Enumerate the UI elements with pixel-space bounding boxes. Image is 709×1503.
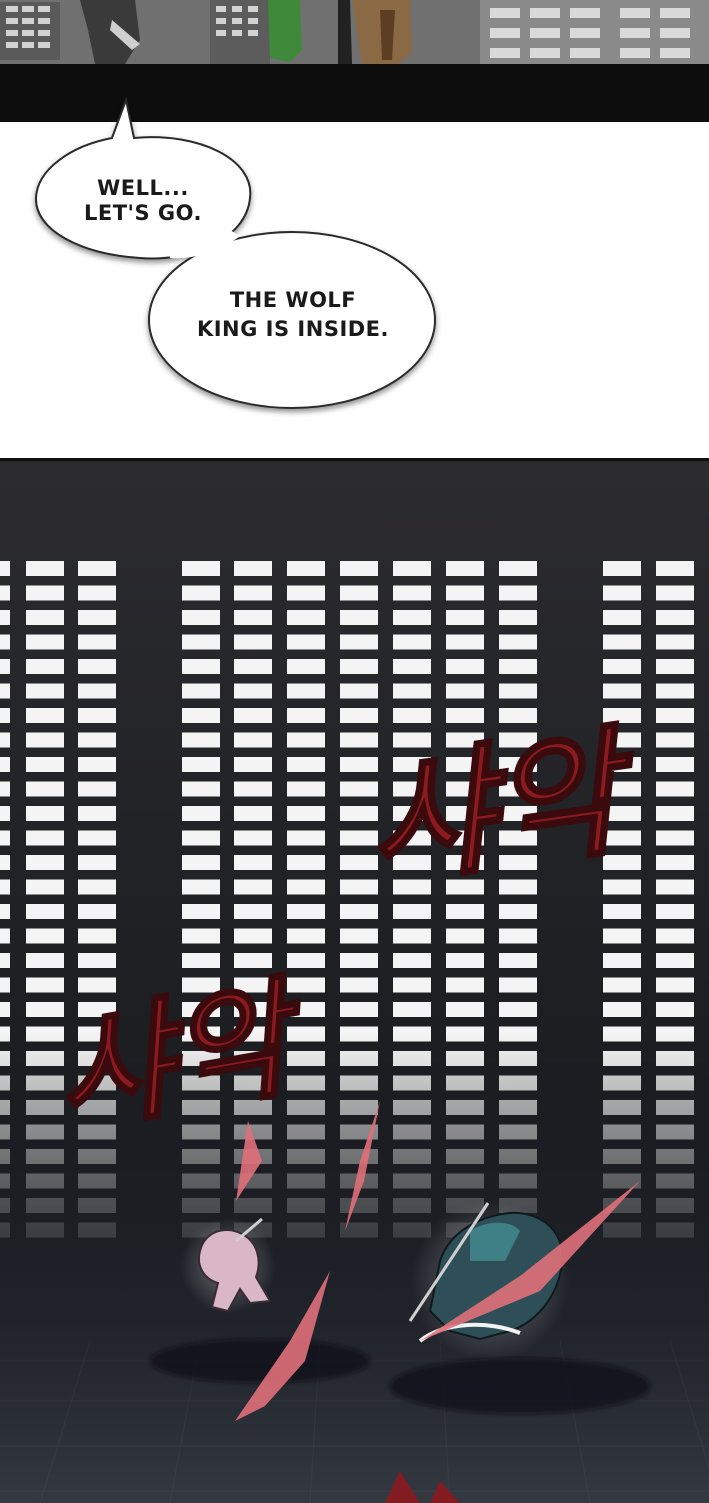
fighter-left bbox=[180, 1217, 276, 1314]
top-panel-scene bbox=[0, 0, 709, 64]
bubble-2-line-2: KING IS INSIDE. bbox=[196, 317, 390, 341]
main-panel: 샤악 샤악 bbox=[0, 458, 709, 1503]
bubble-1-line-2: LET'S GO. bbox=[83, 201, 203, 225]
speech-bubbles-art bbox=[34, 96, 436, 409]
main-panel-art: 샤악 샤악 bbox=[0, 461, 709, 1503]
speech-bubble-2: THE WOLF KING IS INSIDE. bbox=[150, 284, 436, 354]
speech-bubble-1: WELL... LET'S GO. bbox=[36, 172, 250, 242]
bubble-2-line-1: THE WOLF bbox=[229, 288, 357, 312]
top-scene-art bbox=[0, 0, 709, 64]
bubble-1-line-1: WELL... bbox=[97, 176, 189, 200]
